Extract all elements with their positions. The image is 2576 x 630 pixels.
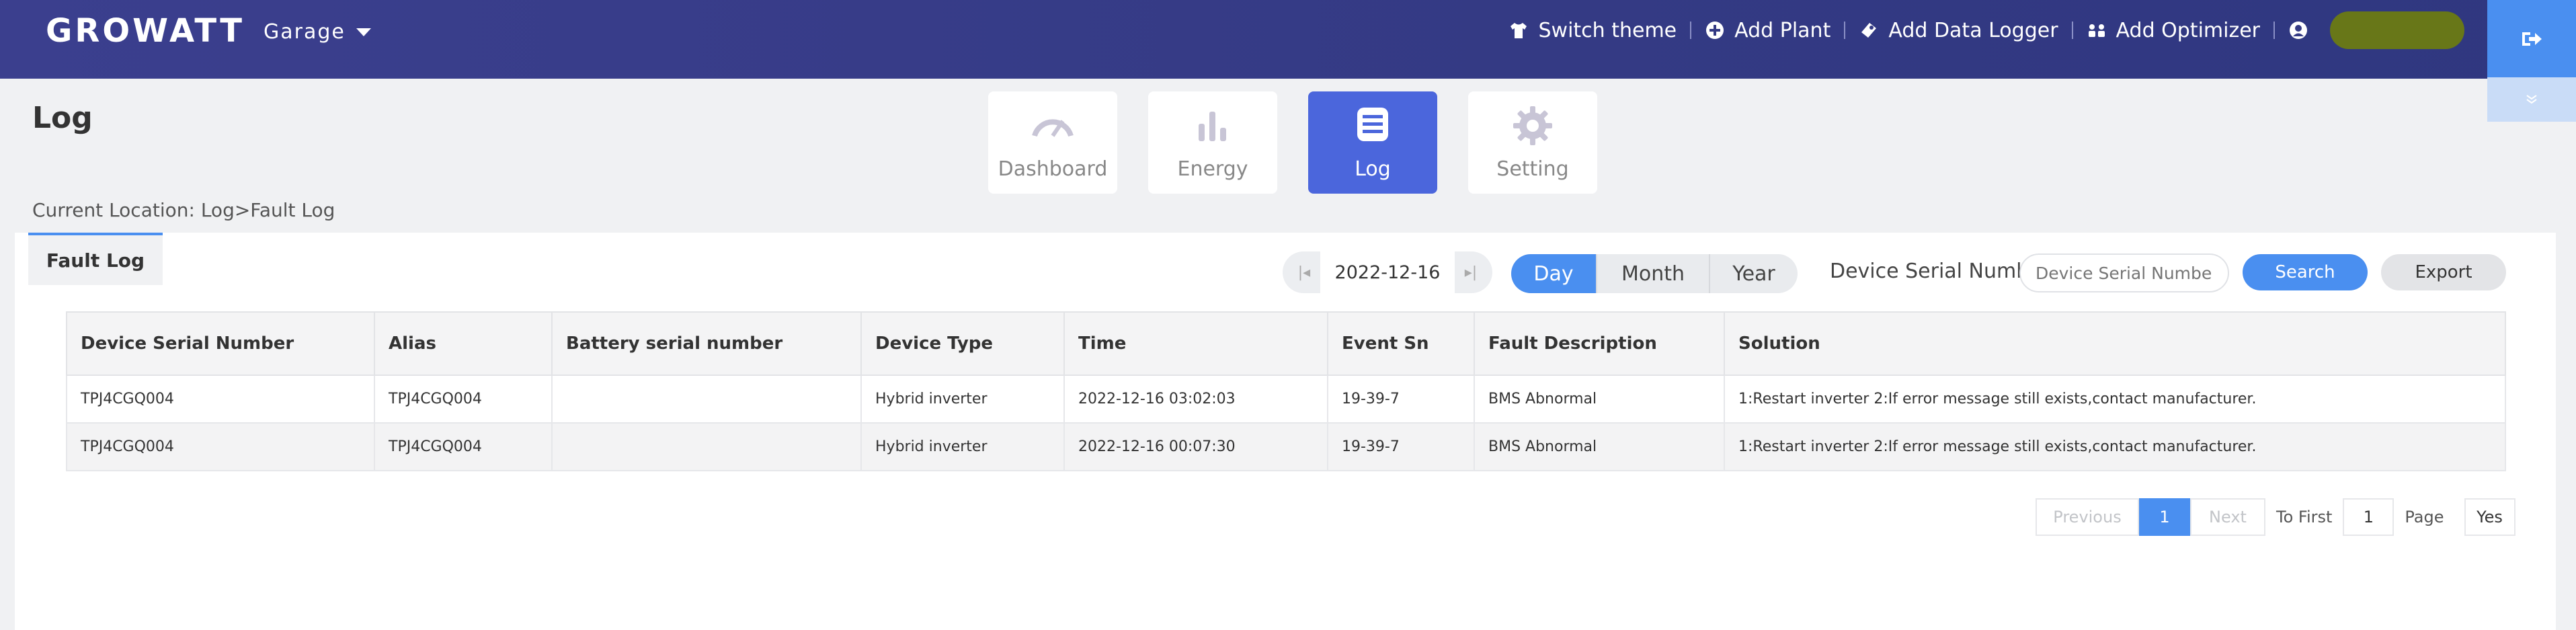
period-day-button[interactable]: Day <box>1511 254 1596 293</box>
cell-alias: TPJ4CGQ004 <box>374 422 553 471</box>
tab-fault-log[interactable]: Fault Log <box>28 233 163 285</box>
table-header-row: Device Serial Number Alias Battery seria… <box>66 311 2506 376</box>
add-optimizer-button[interactable]: Add Optimizer <box>2073 19 2273 42</box>
cell-device-type: Hybrid inverter <box>860 375 1065 424</box>
cell-serial: TPJ4CGQ004 <box>66 375 375 424</box>
search-button[interactable]: Search <box>2243 254 2368 290</box>
column-header: Alias <box>374 311 553 376</box>
column-header: Device Type <box>860 311 1065 376</box>
tab-setting[interactable]: Setting <box>1468 91 1597 194</box>
period-year-button[interactable]: Year <box>1709 254 1798 293</box>
page-number-input[interactable]: 1 <box>2343 498 2394 536</box>
page-label: Page <box>2405 508 2444 526</box>
cell-fault-description: BMS Abnormal <box>1474 375 1725 424</box>
tab-energy-label: Energy <box>1177 157 1248 181</box>
cell-device-type: Hybrid inverter <box>860 422 1065 471</box>
serial-number-input[interactable] <box>2019 253 2229 292</box>
column-header: Battery serial number <box>551 311 862 376</box>
period-toggle: Day Month Year <box>1511 254 1798 293</box>
top-bar: GROWATT Garage Switch theme Add Plant Ad… <box>0 0 2576 79</box>
gear-icon <box>1513 106 1552 145</box>
date-picker: |◂ 2022-12-16 ▸| <box>1283 251 1492 293</box>
logout-icon <box>2522 32 2542 46</box>
export-button[interactable]: Export <box>2381 254 2506 290</box>
previous-page-button[interactable]: Previous <box>2036 498 2139 536</box>
cell-event-sn: 19-39-7 <box>1327 375 1475 424</box>
logger-icon <box>1861 23 1877 38</box>
user-menu[interactable] <box>2275 11 2478 49</box>
cell-fault-description: BMS Abnormal <box>1474 422 1725 471</box>
next-date-icon[interactable]: ▸| <box>1457 259 1484 286</box>
column-header: Event Sn <box>1327 311 1475 376</box>
add-plant-label: Add Plant <box>1734 18 1831 42</box>
cell-solution: 1:Restart inverter 2:If error message st… <box>1724 375 2506 424</box>
add-plant-button[interactable]: Add Plant <box>1691 19 1844 42</box>
column-header: Device Serial Number <box>66 311 375 376</box>
column-header: Time <box>1063 311 1328 376</box>
add-data-logger-button[interactable]: Add Data Logger <box>1845 19 2071 42</box>
user-icon <box>2290 22 2307 39</box>
previous-date-icon[interactable]: |◂ <box>1291 259 1318 286</box>
breadcrumb: Current Location: Log>Fault Log <box>32 199 335 221</box>
switch-theme-button[interactable]: Switch theme <box>1495 19 1690 42</box>
plant-selector[interactable]: Garage <box>264 20 371 44</box>
collapse-button[interactable] <box>2487 77 2576 122</box>
column-header: Solution <box>1724 311 2506 376</box>
avatar[interactable] <box>2330 11 2464 49</box>
bar-chart-icon <box>1199 112 1226 141</box>
header-nav: Switch theme Add Plant Add Data Logger A… <box>1495 0 2478 61</box>
gauge-icon <box>1032 119 1074 137</box>
tab-log-label: Log <box>1355 157 1391 181</box>
double-chevron-down-icon <box>2526 95 2537 104</box>
tab-dashboard-label: Dashboard <box>998 157 1108 181</box>
switch-theme-label: Switch theme <box>1538 18 1677 42</box>
log-icon <box>1357 108 1388 141</box>
fault-log-table: Device Serial Number Alias Battery seria… <box>66 311 2506 471</box>
growatt-logo[interactable]: GROWATT <box>46 12 245 50</box>
cell-time: 2022-12-16 03:02:03 <box>1063 375 1328 424</box>
cell-battery-serial <box>551 422 862 471</box>
page-title: Log <box>32 101 93 135</box>
plus-circle-icon <box>1706 22 1724 39</box>
go-page-button[interactable]: Yes <box>2464 498 2515 536</box>
column-header: Fault Description <box>1474 311 1725 376</box>
tab-energy[interactable]: Energy <box>1148 91 1277 194</box>
next-page-button[interactable]: Next <box>2190 498 2265 536</box>
optimizer-icon <box>2088 24 2105 37</box>
cell-time: 2022-12-16 00:07:30 <box>1063 422 1328 471</box>
current-page-button[interactable]: 1 <box>2139 498 2190 536</box>
add-data-logger-label: Add Data Logger <box>1888 18 2058 42</box>
tab-setting-label: Setting <box>1496 157 1569 181</box>
cell-serial: TPJ4CGQ004 <box>66 422 375 471</box>
chevron-down-icon <box>356 28 371 36</box>
pagination: Previous 1 Next To First 1 Page Yes <box>2036 498 2515 536</box>
cell-alias: TPJ4CGQ004 <box>374 375 553 424</box>
plant-name: Garage <box>264 20 346 44</box>
table-row: TPJ4CGQ004 TPJ4CGQ004 Hybrid inverter 20… <box>66 422 2506 471</box>
to-first-label: To First <box>2276 508 2333 526</box>
table-row: TPJ4CGQ004 TPJ4CGQ004 Hybrid inverter 20… <box>66 375 2506 424</box>
logout-button[interactable] <box>2487 0 2576 77</box>
date-value[interactable]: 2022-12-16 <box>1320 251 1455 293</box>
tab-dashboard[interactable]: Dashboard <box>988 91 1117 194</box>
cell-event-sn: 19-39-7 <box>1327 422 1475 471</box>
tab-log[interactable]: Log <box>1308 91 1437 194</box>
period-month-button[interactable]: Month <box>1596 254 1709 293</box>
cell-battery-serial <box>551 375 862 424</box>
cell-solution: 1:Restart inverter 2:If error message st… <box>1724 422 2506 471</box>
serial-number-label: Device Serial Number <box>1830 260 2050 283</box>
shirt-icon <box>1511 23 1527 38</box>
add-optimizer-label: Add Optimizer <box>2116 18 2260 42</box>
